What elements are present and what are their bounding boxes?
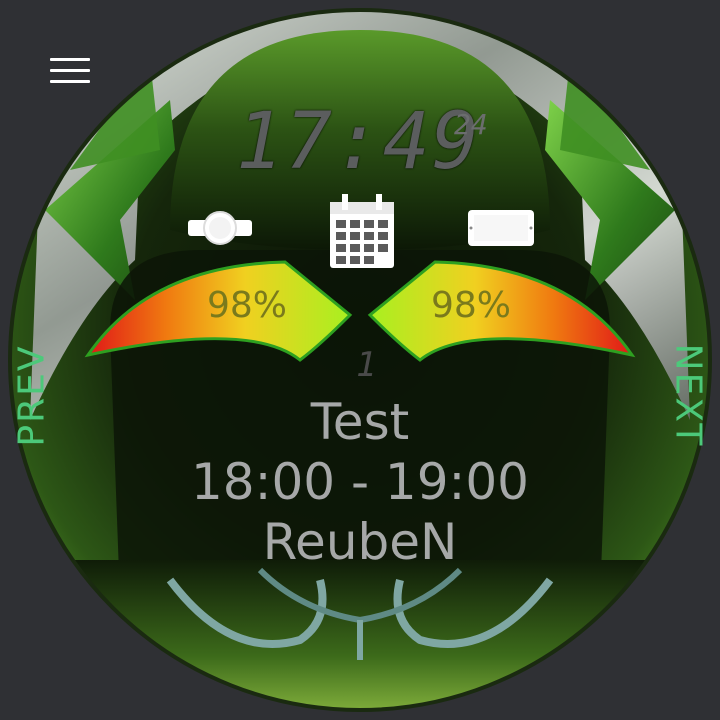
event-title: Test bbox=[310, 393, 410, 451]
event-index-glyph: 1 bbox=[356, 345, 377, 385]
hamburger-menu-icon[interactable] bbox=[50, 58, 90, 86]
event-owner: ReubeN bbox=[262, 513, 458, 571]
phone-battery-percent: 98% bbox=[430, 285, 511, 326]
watch-battery-percent: 98% bbox=[206, 285, 287, 326]
watch-icon bbox=[188, 208, 252, 252]
clock-time: 17:49 bbox=[236, 97, 481, 187]
prev-button[interactable]: PREV bbox=[12, 336, 53, 456]
event-info: Test 18:00 - 19:00 ReubeN bbox=[140, 392, 580, 572]
calendar-icon[interactable] bbox=[328, 194, 396, 274]
watch-face-screen: 17:49 24 98% 98% 1 Test 18:00 - 19:00 Re… bbox=[0, 0, 720, 720]
phone-icon bbox=[468, 210, 534, 250]
next-button[interactable]: NEXT bbox=[668, 336, 709, 456]
clock-seconds: 24 bbox=[454, 108, 488, 141]
event-time-range: 18:00 - 19:00 bbox=[190, 453, 529, 511]
